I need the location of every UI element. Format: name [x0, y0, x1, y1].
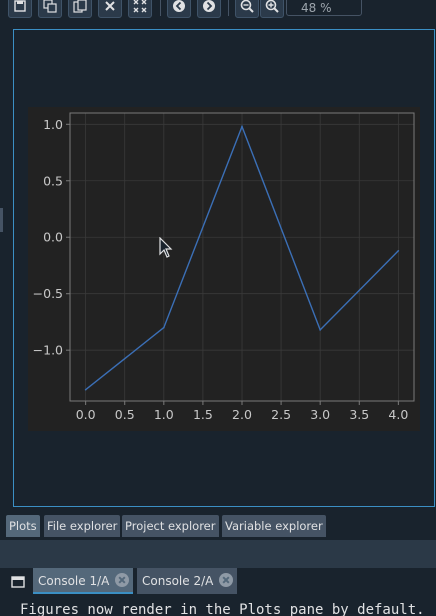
x-tick-label: 1.5: [193, 407, 213, 422]
copy-button[interactable]: [68, 0, 92, 18]
x-tick-label: 3.0: [310, 407, 330, 422]
console-tab-label: Console 2/A: [142, 574, 214, 588]
next-plot-button[interactable]: [197, 0, 221, 18]
data-point: [319, 329, 321, 331]
x-tick-label: 3.5: [349, 407, 369, 422]
previous-icon: [173, 0, 185, 12]
pane-divider[interactable]: [0, 540, 436, 568]
console-output-line: Figures now render in the Plots pane by …: [20, 602, 425, 616]
save-button[interactable]: [8, 0, 32, 18]
tab-variable-explorer[interactable]: Variable explorer: [222, 515, 326, 537]
data-point: [397, 249, 400, 252]
save-all-icon: [43, 0, 57, 13]
zoom-in-button[interactable]: [260, 0, 284, 18]
toolbar-separator: [228, 0, 229, 16]
zoom-out-button[interactable]: [235, 0, 259, 18]
mouse-cursor-icon: [159, 237, 173, 258]
tab-project-explorer[interactable]: Project explorer: [122, 515, 219, 537]
x-tick-label: 2.0: [232, 407, 252, 422]
console-tab-1[interactable]: Console 1/A: [33, 568, 134, 594]
zoom-out-icon: [240, 0, 254, 13]
close-icon: [105, 1, 115, 11]
y-tick-label: 0.0: [43, 230, 63, 245]
close-tab-icon[interactable]: [219, 573, 234, 587]
toolbar-separator: [160, 0, 161, 16]
console-tab-label: Console 1/A: [38, 574, 110, 588]
save-icon: [14, 0, 26, 12]
y-tick-label: −1.0: [33, 343, 63, 358]
plots-toolbar: 48 %: [0, 0, 436, 20]
y-tick-label: 0.5: [43, 173, 63, 188]
y-tick-label: −0.5: [33, 286, 63, 301]
close-tab-icon[interactable]: [115, 573, 130, 587]
data-point: [163, 326, 165, 329]
copy-icon: [73, 0, 87, 13]
next-icon: [203, 0, 215, 12]
close-all-icon: [133, 0, 147, 13]
x-tick-label: 0.0: [76, 407, 96, 422]
tab-file-explorer[interactable]: File explorer: [44, 515, 121, 537]
y-tick-label: 1.0: [43, 117, 63, 132]
new-console-icon[interactable]: [11, 575, 25, 589]
data-point: [84, 388, 87, 391]
remove-plot-button[interactable]: [98, 0, 122, 18]
zoom-in-icon: [265, 0, 279, 13]
splitter-handle[interactable]: [0, 208, 3, 232]
data-point: [241, 125, 243, 128]
x-tick-label: 0.5: [115, 407, 135, 422]
zoom-level-field[interactable]: 48 %: [286, 0, 362, 16]
plot-figure: 0.0 0.5 1.0 1.5 2.0 2.5 3.0 3.5 4.0 −1.0 −0.5 0.0 0.…: [28, 107, 420, 431]
save-all-button[interactable]: [38, 0, 62, 18]
tab-plots[interactable]: Plots: [6, 515, 40, 537]
console-tab-2[interactable]: Console 2/A: [137, 568, 238, 594]
x-tick-label: 2.5: [271, 407, 291, 422]
previous-plot-button[interactable]: [167, 0, 191, 18]
remove-all-plots-button[interactable]: [128, 0, 152, 18]
x-tick-label: 1.0: [154, 407, 174, 422]
x-tick-label: 4.0: [388, 407, 408, 422]
